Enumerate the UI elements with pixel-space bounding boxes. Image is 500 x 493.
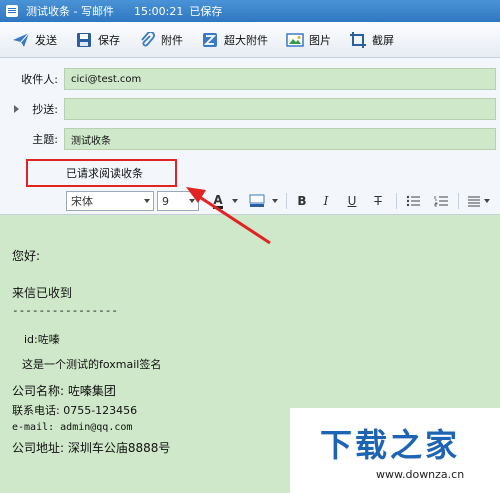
cc-field[interactable] — [64, 98, 496, 120]
format-toolbar: 宋体 9 A B I U T — [0, 188, 500, 215]
send-icon — [12, 31, 30, 49]
title-bar: 测试收条 - 写邮件 15:00:21 已保存 — [0, 0, 500, 22]
body-greeting: 您好: — [12, 249, 41, 263]
font-family-value: 宋体 — [71, 195, 93, 208]
separator — [458, 193, 459, 209]
body-received: 来信已收到 — [12, 286, 73, 300]
image-label: 图片 — [309, 33, 331, 47]
watermark-url: www.downza.cn — [376, 468, 465, 481]
underline-icon: U — [347, 194, 357, 208]
font-family-select[interactable]: 宋体 — [66, 191, 154, 211]
to-field[interactable]: cici@test.com — [64, 68, 496, 90]
crop-icon — [349, 31, 367, 49]
font-size-value: 9 — [162, 194, 169, 208]
large-attachment-label: 超大附件 — [224, 33, 268, 47]
numbered-list-button[interactable] — [432, 192, 450, 210]
receipt-row: 已请求阅读收条 — [0, 158, 500, 188]
image-button[interactable]: 图片 — [286, 31, 331, 49]
to-row: 收件人: cici@test.com — [0, 68, 500, 90]
signature-id: id:咗嗪 — [24, 333, 60, 346]
site-watermark: 下载之家 www.downza.cn — [290, 408, 500, 493]
subject-field[interactable]: 测试收条 — [64, 128, 496, 150]
highlight-color-button[interactable] — [248, 192, 266, 210]
align-dropdown[interactable] — [482, 192, 492, 210]
separator — [286, 193, 287, 209]
save-icon — [75, 31, 93, 49]
save-label: 保存 — [98, 33, 120, 47]
bold-button[interactable]: B — [294, 192, 310, 210]
signature-address: 公司地址: 深圳车公庙8888号 — [12, 441, 171, 455]
large-attachment-button[interactable]: 超大附件 — [201, 31, 268, 49]
underline-button[interactable]: U — [344, 192, 360, 210]
cc-row: 抄送: — [0, 98, 500, 120]
paperclip-icon — [138, 31, 156, 49]
highlight-color-dropdown[interactable] — [270, 192, 280, 210]
bold-icon: B — [297, 194, 307, 208]
subject-label: 主题: — [32, 133, 58, 146]
strikethrough-button[interactable]: T — [370, 192, 386, 210]
italic-icon: I — [323, 194, 329, 208]
font-color-icon: A — [213, 192, 223, 209]
attachment-button[interactable]: 附件 — [138, 31, 183, 49]
signature-email: e-mail: admin@qq.com — [12, 422, 133, 433]
font-color-dropdown[interactable] — [230, 192, 240, 210]
to-label: 收件人: — [21, 73, 58, 86]
compose-toolbar: 发送 保存 附件 超大附件 图片 截屏 — [0, 22, 500, 58]
font-color-button[interactable]: A — [210, 192, 226, 210]
image-icon — [286, 31, 304, 49]
numbered-list-icon — [434, 196, 448, 207]
italic-button[interactable]: I — [318, 192, 334, 210]
signature-text: 这是一个测试的foxmail签名 — [22, 358, 162, 371]
chevron-down-icon — [144, 199, 150, 203]
highlight-icon — [249, 194, 265, 207]
body-divider: ---------------- — [12, 304, 118, 317]
save-button[interactable]: 保存 — [75, 31, 120, 49]
subject-row: 主题: 测试收条 — [0, 128, 500, 150]
watermark-title: 下载之家 — [320, 426, 461, 464]
screenshot-label: 截屏 — [372, 33, 394, 47]
signature-company: 公司名称: 咗嗪集团 — [12, 384, 116, 398]
read-receipt-notice[interactable]: 已请求阅读收条 — [26, 159, 177, 187]
compose-window-icon — [6, 5, 18, 17]
strikethrough-icon: T — [374, 194, 382, 208]
send-label: 发送 — [35, 33, 57, 47]
chevron-down-icon — [189, 199, 195, 203]
font-size-select[interactable]: 9 — [157, 191, 199, 211]
align-button[interactable] — [466, 192, 482, 210]
cc-label: 抄送: — [32, 103, 58, 116]
bullet-list-button[interactable] — [404, 192, 422, 210]
signature-phone: 联系电话: 0755-123456 — [12, 404, 138, 417]
chevron-down-icon — [484, 199, 490, 203]
large-attachment-icon — [201, 31, 219, 49]
save-time: 15:00:21 — [133, 4, 184, 18]
send-button[interactable]: 发送 — [12, 31, 57, 49]
chevron-down-icon — [232, 199, 238, 203]
header-fields: 收件人: cici@test.com 抄送: 主题: 测试收条 已请求阅读收条 — [0, 58, 500, 188]
bullet-list-icon — [406, 195, 420, 207]
separator — [396, 193, 397, 209]
chevron-down-icon — [272, 199, 278, 203]
align-left-icon — [468, 196, 480, 207]
attachment-label: 附件 — [161, 33, 183, 47]
save-status: 已保存 — [189, 5, 223, 18]
window-title: 测试收条 - 写邮件 — [26, 5, 114, 18]
screenshot-button[interactable]: 截屏 — [349, 31, 394, 49]
